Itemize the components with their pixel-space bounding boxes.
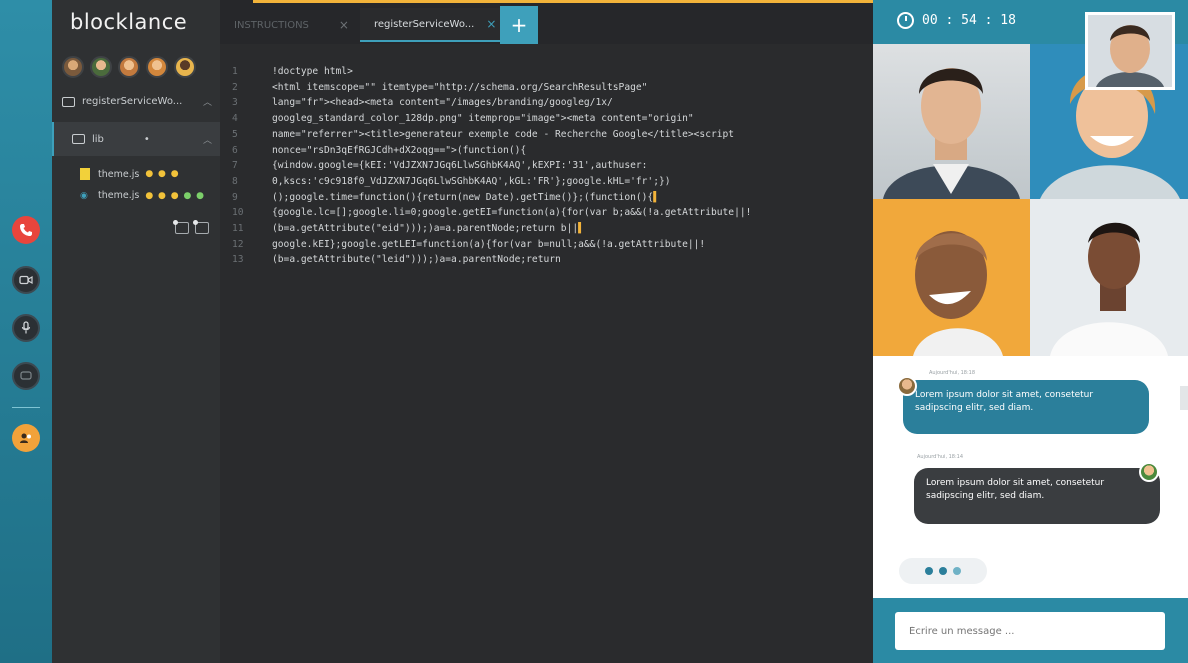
- tab-instructions[interactable]: INSTRUCTIONS ×: [220, 8, 360, 42]
- call-panel: 00 : 54 : 18 Aujourd'hui, 18:18 Lorem ip…: [873, 0, 1188, 663]
- folder-icon: [72, 134, 85, 144]
- code-line: 9 ();google.time=function(){return(new Da…: [232, 191, 659, 203]
- tab-bar: INSTRUCTIONS × registerServiceWo... × +: [220, 0, 873, 44]
- message-timestamp: Aujourd'hui, 18:14: [917, 454, 964, 460]
- tab-register-service[interactable]: registerServiceWo... ×: [360, 8, 500, 42]
- call-controls-rail: [0, 0, 52, 663]
- lib-folder-label: lib: [92, 133, 104, 145]
- phone-icon[interactable]: [12, 216, 40, 244]
- folder-icon: [62, 96, 75, 107]
- code-line: 3 lang="fr"><head><meta content="/images/…: [232, 97, 613, 109]
- add-user-icon[interactable]: [12, 424, 40, 452]
- code-line: 13 (b=a.getAttribute("leid")));)a=a.paren…: [232, 254, 561, 266]
- text-cursor: ▌: [653, 191, 659, 203]
- avatar[interactable]: [118, 56, 140, 78]
- file-item-theme-js[interactable]: ◉ theme.js ● ● ● ● ●: [80, 190, 205, 201]
- status-dots: ● ● ●: [145, 169, 180, 179]
- video-tile-participant-4[interactable]: [1030, 199, 1188, 356]
- message-input[interactable]: [895, 612, 1165, 650]
- file-name: theme.js: [98, 168, 140, 180]
- project-folder-label: registerServiceWo...: [82, 96, 183, 107]
- video-tile-participant-3[interactable]: [873, 199, 1030, 356]
- code-line: 6 nonce="rsDn3qEfRGJCdh+dX2oqg==">(functi…: [232, 144, 527, 156]
- code-line: 11 (b=a.getAttribute("eid")));)a=a.parent…: [232, 223, 584, 235]
- code-line: 10 {google.lc=[];google.li=0;google.getEI…: [232, 207, 752, 219]
- code-line: 4 googleg_standard_color_128dp.png" itemp…: [232, 113, 694, 125]
- call-timer-value: 00 : 54 : 18: [922, 13, 1016, 28]
- code-editor: INSTRUCTIONS × registerServiceWo... × + …: [220, 0, 889, 663]
- chat-message: Lorem ipsum dolor sit amet, consetetur s…: [903, 380, 1149, 434]
- file-actions: [173, 220, 209, 234]
- microphone-icon[interactable]: [12, 314, 40, 342]
- avatar: [897, 376, 917, 396]
- modified-dot-icon: •: [143, 133, 150, 145]
- file-item-theme-js[interactable]: theme.js ● ● ●: [80, 168, 180, 180]
- code-line: 7 {window.google={kEI:'VdJZXN7JGq6LlwSGhb…: [232, 160, 648, 172]
- new-file-icon[interactable]: [173, 220, 189, 234]
- code-line: 12 google.kEI};google.getLEI=function(a){…: [232, 238, 706, 250]
- chevron-up-icon[interactable]: ︿: [203, 133, 212, 146]
- avatar[interactable]: [146, 56, 168, 78]
- chat-message-text: Lorem ipsum dolor sit amet, consetetur s…: [926, 478, 1105, 501]
- code-line: 1 !doctype html>: [232, 66, 353, 77]
- video-icon[interactable]: [12, 266, 40, 294]
- status-dots: ● ● ● ● ●: [145, 190, 206, 201]
- app-logo: blocklance: [70, 10, 188, 34]
- rail-divider: [12, 407, 40, 408]
- chat-area: Aujourd'hui, 18:18 Lorem ipsum dolor sit…: [873, 356, 1188, 598]
- message-timestamp: Aujourd'hui, 18:18: [929, 370, 976, 376]
- message-composer: [873, 598, 1188, 663]
- text-cursor: ▌: [578, 223, 584, 235]
- chat-scrollbar[interactable]: [1180, 386, 1188, 410]
- video-tile-participant-1[interactable]: [873, 44, 1030, 199]
- avatar: [1139, 462, 1159, 482]
- app-window: blocklance registerServiceWo... ︿ lib • …: [0, 0, 1188, 663]
- lib-folder-row[interactable]: lib • ︿: [52, 122, 220, 156]
- code-line: 8 0,kscs:'c9c918f0_VdJZXN7JGq6LlwSGhbK4AQ…: [232, 175, 671, 187]
- file-sidebar: blocklance registerServiceWo... ︿ lib • …: [52, 0, 220, 663]
- tab-label: INSTRUCTIONS: [234, 19, 309, 31]
- chat-icon[interactable]: [12, 362, 40, 390]
- add-tab-button[interactable]: +: [500, 6, 538, 44]
- close-icon[interactable]: ×: [486, 17, 496, 31]
- js-file-icon: [80, 168, 90, 180]
- collaborator-avatars: [62, 56, 196, 78]
- self-view-video[interactable]: [1085, 12, 1175, 90]
- chat-message-text: Lorem ipsum dolor sit amet, consetetur s…: [915, 390, 1094, 413]
- call-timer: 00 : 54 : 18: [897, 12, 1016, 29]
- new-folder-icon[interactable]: [193, 220, 209, 234]
- chevron-up-icon[interactable]: ︿: [203, 95, 212, 108]
- avatar[interactable]: [62, 56, 84, 78]
- project-folder-row[interactable]: registerServiceWo... ︿: [62, 95, 220, 108]
- file-name: theme.js: [98, 190, 140, 201]
- plus-icon: +: [510, 13, 528, 37]
- avatar[interactable]: [174, 56, 196, 78]
- typing-indicator: [899, 558, 987, 584]
- code-line: 5 name="referrer"><title>generateur exemp…: [232, 128, 735, 140]
- tab-label: registerServiceWo...: [374, 18, 475, 30]
- file-icon: ◉: [80, 190, 88, 201]
- top-accent-bar: [253, 0, 889, 3]
- clock-icon: [897, 12, 914, 29]
- avatar[interactable]: [90, 56, 112, 78]
- chat-message: Lorem ipsum dolor sit amet, consetetur s…: [914, 468, 1160, 524]
- close-icon[interactable]: ×: [339, 18, 349, 32]
- code-line: 2 <html itemscope="" itemtype="http://sch…: [232, 81, 648, 93]
- code-content[interactable]: 1 !doctype html> 2 <html itemscope="" item…: [232, 64, 751, 268]
